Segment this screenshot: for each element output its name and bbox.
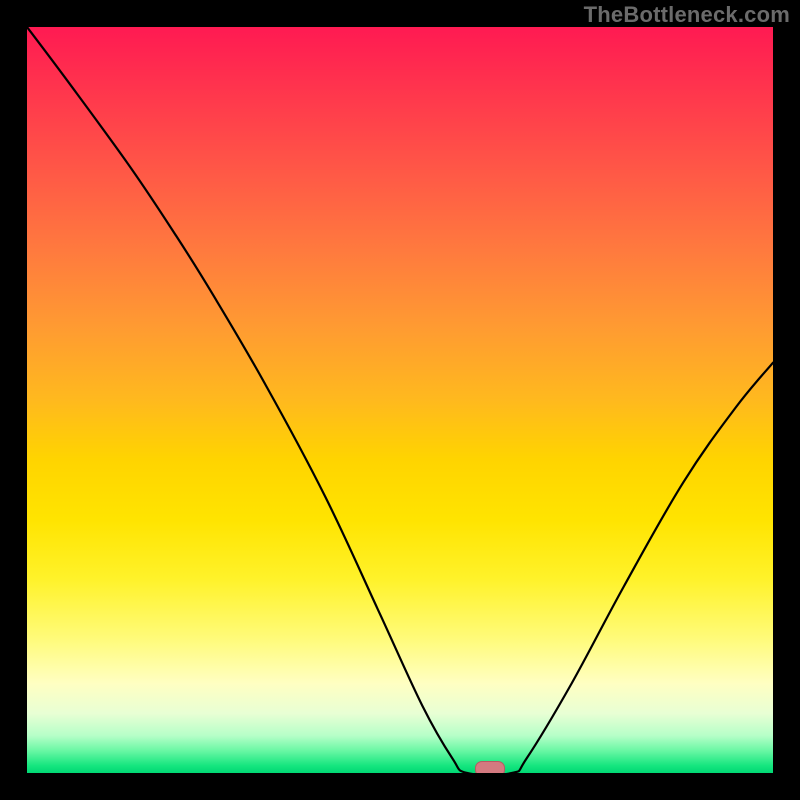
watermark-text: TheBottleneck.com (584, 2, 790, 28)
plot-inner (27, 27, 773, 773)
plot-area (27, 27, 773, 773)
optimum-marker (475, 761, 505, 773)
bottleneck-curve (27, 27, 773, 773)
chart-frame: TheBottleneck.com (0, 0, 800, 800)
curve-path (27, 27, 773, 773)
